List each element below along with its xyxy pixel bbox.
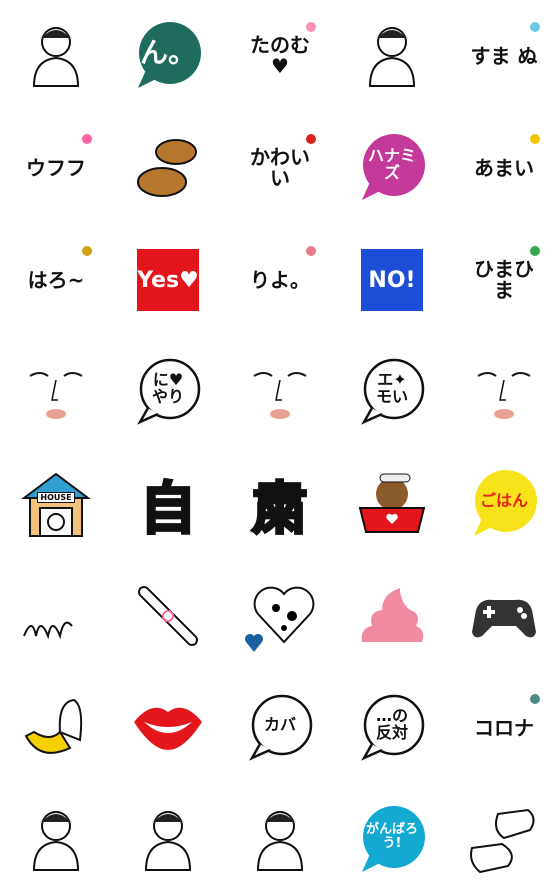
sticker-face-crying[interactable] [448,336,560,448]
sticker-text: がんばろう! [365,822,418,851]
sticker-text: ん。 [140,36,197,70]
sticker-text: に♥ やり [151,370,184,406]
sticker-square: NO! [361,249,423,311]
sticker-text: たのむ♥ [250,33,310,78]
sticker-text: コロナ [474,715,534,740]
sticker-text: カバ [263,714,296,734]
accent-dot [530,246,540,256]
sticker-nyari-bubble[interactable]: に♥ やり [112,336,224,448]
sticker-ufufu[interactable]: ウフフ [0,112,112,224]
accent-dot [82,246,92,256]
sticker-dorayaki[interactable] [112,112,224,224]
sticker-illustration [21,472,91,537]
sticker-illustration [137,139,197,197]
accent-dot [306,22,316,32]
sticker-illustration [24,698,83,754]
sticker-haro[interactable]: はろ~ [0,224,112,336]
sticker-gohan-bubble[interactable]: ごはん [448,448,560,560]
sticker-squatting-man[interactable] [336,0,448,112]
house-sign: HOUSE [37,492,75,503]
sticker-grid: ん。 たのむ♥ すま ぬウフフ かわいい ハナミズ あまいはろ~ Yes♥ りよ。 NO! ひまひ… [0,0,560,896]
sticker-text: エ✦ モい [375,370,408,406]
sticker-kaba-hippo[interactable]: カバ [224,672,336,784]
sticker-emoi-bubble[interactable]: エ✦ モい [336,336,448,448]
sticker-squiggle[interactable] [0,560,112,672]
sticker-banana[interactable] [0,672,112,784]
sticker-woman-bangs[interactable] [112,784,224,896]
sticker-bone-ribbon[interactable] [112,560,224,672]
sticker-game-controller[interactable] [448,560,560,672]
sticker-kanji: 粛 [251,475,310,543]
sticker-kanji-ji[interactable]: 自 [112,448,224,560]
sticker-square: Yes♥ [137,249,199,311]
sticker-dalmatian-heart[interactable] [224,560,336,672]
sticker-pink-poop[interactable] [336,560,448,672]
sticker-illustration [361,588,424,642]
sticker-red-lips[interactable] [112,672,224,784]
sticker-text: すま ぬ [470,43,538,68]
sticker-tanomu[interactable]: たのむ♥ [224,0,336,112]
accent-dot [306,246,316,256]
sticker-text: Yes♥ [137,267,199,293]
sticker-illustration [245,586,315,652]
sticker-amai[interactable]: あまい [448,112,560,224]
sticker-illustration [29,372,83,419]
sticker-face-masks[interactable] [448,784,560,896]
accent-dot [530,694,540,704]
sticker-text: りよ。 [250,267,310,292]
accent-dot [306,134,316,144]
sticker-text: あまい [474,155,534,180]
sticker-illustration [134,707,202,750]
sticker-text: かわいい [250,145,310,190]
sticker-illustration [358,473,426,533]
sticker-illustration [144,811,192,871]
sticker-dog-bowl[interactable] [336,448,448,560]
sticker-himahima[interactable]: ひまひま [448,224,560,336]
sticker-illustration [253,372,307,419]
sticker-no-hantai-bubble[interactable]: …の 反対 [336,672,448,784]
sticker-riyo[interactable]: りよ。 [224,224,336,336]
sticker-two-people[interactable] [224,784,336,896]
accent-dot [530,22,540,32]
sticker-illustration [32,27,80,87]
sticker-sumo-wrestler[interactable] [0,0,112,112]
sticker-text: ウフフ [26,155,86,180]
sticker-sumanu[interactable]: すま ぬ [448,0,560,112]
sticker-kanji: 自 [139,475,198,543]
sticker-no-square[interactable]: NO! [336,224,448,336]
sticker-text: はろ~ [27,267,85,292]
accent-dot [82,134,92,144]
sticker-face-sparkle[interactable] [224,336,336,448]
sticker-yes-square[interactable]: Yes♥ [112,224,224,336]
sticker-text: …の 反対 [375,706,408,742]
sticker-illustration [138,586,198,646]
sticker-masked-man[interactable] [0,784,112,896]
sticker-illustration [470,808,535,874]
sticker-text: ひまひま [474,257,534,302]
sticker-illustration [472,599,536,638]
sticker-text: ハナミズ [367,146,416,182]
sticker-illustration [368,27,416,87]
sticker-dog-house[interactable]: HOUSE [0,448,112,560]
sticker-illustration [477,372,531,419]
sticker-illustration [23,621,73,640]
accent-dot [530,134,540,144]
sticker-corona[interactable]: コロナ [448,672,560,784]
sticker-text: NO! [368,267,416,293]
sticker-hanamizu-jar[interactable]: ハナミズ [336,112,448,224]
sticker-illustration [256,811,304,871]
sticker-illustration [32,811,80,871]
sticker-kawaii[interactable]: かわいい [224,112,336,224]
sticker-text: ごはん [479,490,528,510]
sticker-n-bubble[interactable]: ん。 [112,0,224,112]
sticker-face-lips[interactable] [0,336,112,448]
sticker-ganbarou-bubble[interactable]: がんばろう! [336,784,448,896]
sticker-kanji-shuku[interactable]: 粛 [224,448,336,560]
